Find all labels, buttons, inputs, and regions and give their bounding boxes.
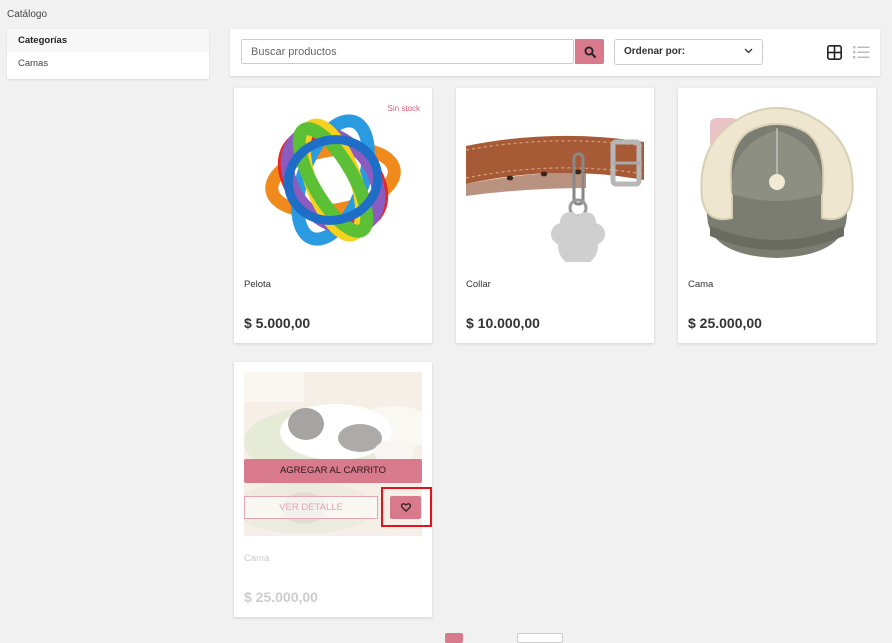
chevron-down-icon [744, 48, 753, 54]
grid-view-icon[interactable] [827, 45, 842, 60]
sort-select[interactable]: Ordenar por: [614, 39, 763, 65]
add-to-cart-button[interactable]: AGREGAR AL CARRITO [244, 459, 422, 483]
catalog-toolbar: Ordenar por: [230, 29, 880, 76]
product-card-cama[interactable]: Cama $ 25.000,00 [678, 88, 876, 343]
product-price: $ 10.000,00 [466, 315, 540, 331]
product-price: $ 5.000,00 [244, 315, 311, 331]
breadcrumb: Catálogo [7, 9, 48, 20]
product-name[interactable]: Cama [244, 553, 269, 564]
product-price: $ 25.000,00 [688, 315, 762, 331]
pagination-current-page[interactable] [445, 633, 463, 643]
sort-label: Ordenar por: [624, 46, 686, 57]
list-view-icon[interactable] [853, 45, 870, 59]
view-detail-button[interactable]: VER DETALLE [244, 496, 378, 519]
product-image-cat-bed[interactable] [688, 98, 866, 262]
sidebar-heading: Categorías [7, 29, 209, 52]
search-input[interactable] [241, 39, 574, 64]
search-button[interactable] [575, 39, 604, 64]
product-image-ball[interactable] [244, 98, 422, 262]
product-name[interactable]: Collar [466, 279, 491, 290]
out-of-stock-badge: Sin stock [387, 104, 420, 113]
sidebar-item-camas[interactable]: Camas [7, 52, 209, 76]
product-name[interactable]: Pelota [244, 279, 271, 290]
pagination-control[interactable] [517, 633, 563, 643]
product-price: $ 25.000,00 [244, 589, 318, 605]
product-card-collar[interactable]: Collar $ 10.000,00 [456, 88, 654, 343]
product-image-collar[interactable] [466, 98, 644, 262]
product-name[interactable]: Cama [688, 279, 713, 290]
product-card-pelota[interactable]: Sin stock Pelota $ 5.000,00 [234, 88, 432, 343]
category-sidebar: Categorías Camas [7, 29, 209, 79]
search-icon [584, 46, 596, 58]
highlight-box [381, 487, 432, 527]
